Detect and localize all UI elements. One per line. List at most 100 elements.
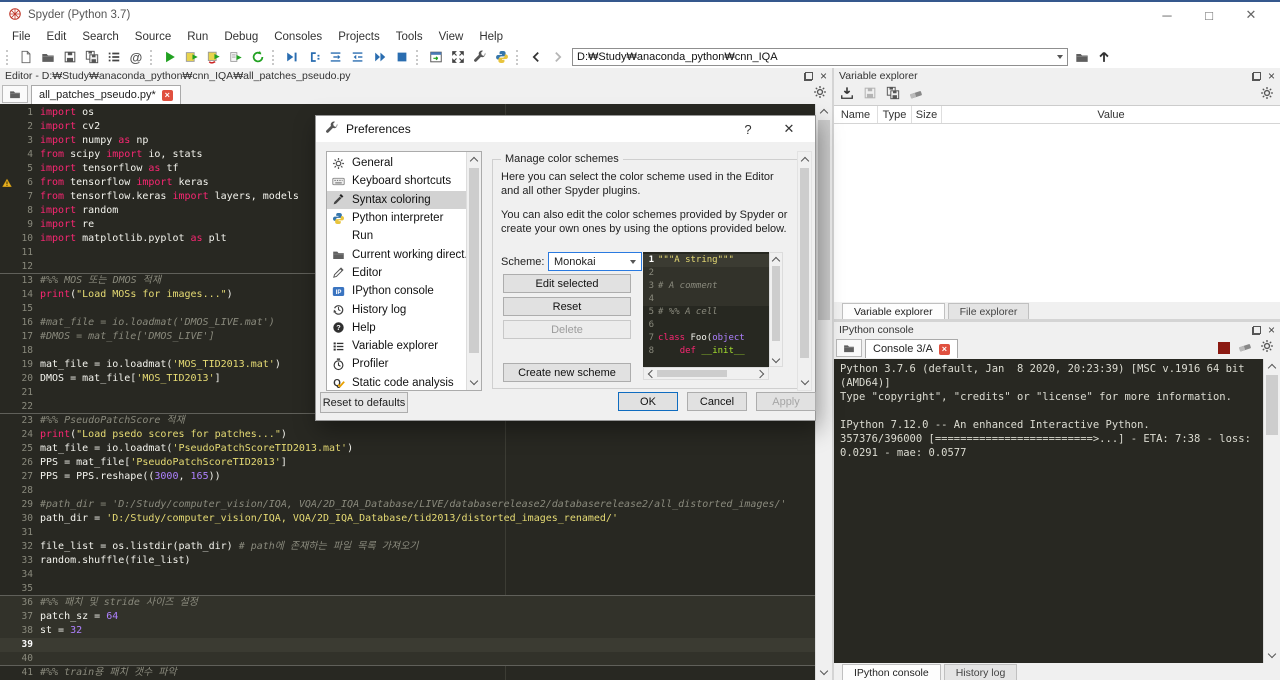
- tab-file-explorer[interactable]: File explorer: [947, 303, 1030, 319]
- scroll-up-icon[interactable]: [1264, 359, 1280, 374]
- column-header-name[interactable]: Name: [834, 106, 878, 123]
- import-data-button[interactable]: [840, 86, 854, 103]
- category-variable-explorer[interactable]: Variable explorer: [327, 337, 466, 355]
- debug-step-return-button[interactable]: [347, 47, 369, 67]
- category-ipython-console[interactable]: IP IPython console: [327, 282, 466, 300]
- apply-button[interactable]: Apply: [756, 392, 816, 411]
- parent-directory-button[interactable]: [1093, 47, 1115, 67]
- forward-button[interactable]: [547, 47, 569, 67]
- code-line-40[interactable]: 40: [0, 652, 815, 666]
- save-data-button[interactable]: [863, 86, 877, 103]
- undock-icon[interactable]: [803, 71, 813, 81]
- column-header-value[interactable]: Value: [942, 106, 1280, 123]
- editor-options-button[interactable]: [813, 85, 827, 102]
- code-line-2[interactable]: 2: [643, 267, 769, 280]
- menu-edit[interactable]: Edit: [39, 31, 75, 43]
- menu-view[interactable]: View: [431, 31, 472, 43]
- maximize-pane-button[interactable]: [425, 47, 447, 67]
- debug-file-button[interactable]: [281, 47, 303, 67]
- category-keyboard-shortcuts[interactable]: Keyboard shortcuts: [327, 172, 466, 190]
- undock-icon[interactable]: [1251, 71, 1261, 81]
- code-line-3[interactable]: 3 # A comment: [643, 280, 769, 293]
- back-button[interactable]: [525, 47, 547, 67]
- delete-button[interactable]: Delete: [503, 320, 631, 339]
- menu-tools[interactable]: Tools: [388, 31, 431, 43]
- column-header-type[interactable]: Type: [878, 106, 912, 123]
- code-line-29[interactable]: 29 #path_dir = 'D:/Study/computer_vision/…: [0, 498, 815, 512]
- category-editor[interactable]: Editor: [327, 264, 466, 282]
- console-output[interactable]: Python 3.7.6 (default, Jan 8 2020, 20:23…: [834, 359, 1263, 663]
- code-line-8[interactable]: 8 def __init__: [643, 345, 769, 358]
- remove-all-variables-button[interactable]: [909, 86, 923, 103]
- close-button[interactable]: ✕: [1230, 3, 1272, 27]
- open-file-button[interactable]: [37, 47, 59, 67]
- column-header-size[interactable]: Size: [912, 106, 942, 123]
- preview-vertical-scrollbar[interactable]: [769, 252, 783, 367]
- scroll-thumb[interactable]: [800, 168, 809, 358]
- dialog-help-button[interactable]: ?: [731, 122, 765, 137]
- close-pane-icon[interactable]: ×: [1268, 70, 1275, 82]
- tab-history-log[interactable]: History log: [943, 664, 1018, 680]
- list-scrollbar[interactable]: [466, 152, 481, 390]
- variable-explorer-options-button[interactable]: [1260, 86, 1274, 103]
- menu-source[interactable]: Source: [127, 31, 179, 43]
- category-help[interactable]: ? Help: [327, 319, 466, 337]
- scroll-down-icon[interactable]: [770, 354, 782, 366]
- edit-selected-button[interactable]: Edit selected: [503, 274, 631, 293]
- preview-horizontal-scrollbar[interactable]: [643, 367, 769, 380]
- file-switcher-button[interactable]: [103, 47, 125, 67]
- clear-console-button[interactable]: [1238, 339, 1252, 356]
- code-line-6[interactable]: 6: [643, 319, 769, 332]
- code-line-28[interactable]: 28: [0, 484, 815, 498]
- code-line-41[interactable]: 41 #%% train용 패치 갯수 파악: [0, 666, 815, 680]
- menu-run[interactable]: Run: [179, 31, 216, 43]
- category-run[interactable]: Run: [327, 227, 466, 245]
- scroll-thumb[interactable]: [469, 168, 479, 353]
- scroll-down-icon[interactable]: [467, 375, 481, 390]
- save-button[interactable]: [59, 47, 81, 67]
- code-line-39[interactable]: 39: [0, 638, 815, 652]
- minimize-button[interactable]: ─: [1146, 3, 1188, 27]
- preferences-button[interactable]: [469, 47, 491, 67]
- code-line-37[interactable]: 37 patch_sz = 64: [0, 610, 815, 624]
- menu-help[interactable]: Help: [471, 31, 511, 43]
- menu-projects[interactable]: Projects: [330, 31, 388, 43]
- category-static-code-analysis[interactable]: Q Static code analysis: [327, 374, 466, 390]
- code-line-32[interactable]: 32 file_list = os.listdir(path_dir) # pat…: [0, 540, 815, 554]
- save-data-as-button[interactable]: [886, 86, 900, 103]
- menu-search[interactable]: Search: [74, 31, 126, 43]
- code-line-25[interactable]: 25 mat_file = io.loadmat('PseudoPatchScor…: [0, 442, 815, 456]
- editor-tab[interactable]: all_patches_pseudo.py* ×: [31, 85, 181, 104]
- code-line-27[interactable]: 27 PPS = PPS.reshape((3000, 165)): [0, 470, 815, 484]
- code-line-33[interactable]: 33 random.shuffle(file_list): [0, 554, 815, 568]
- run-cell-advance-button[interactable]: [203, 47, 225, 67]
- code-line-35[interactable]: 35: [0, 582, 815, 596]
- console-options-button[interactable]: [1260, 339, 1274, 356]
- code-line-7[interactable]: 7 class Foo(object: [643, 332, 769, 345]
- cancel-button[interactable]: Cancel: [687, 392, 747, 411]
- category-current-working-direct[interactable]: Current working direct...: [327, 245, 466, 263]
- debug-continue-button[interactable]: [369, 47, 391, 67]
- category-profiler[interactable]: Profiler: [327, 355, 466, 373]
- code-line-36[interactable]: 36 #%% 패치 및 stride 사이즈 설정: [0, 596, 815, 610]
- scroll-up-icon[interactable]: [770, 253, 782, 265]
- find-symbols-button[interactable]: @: [125, 47, 147, 67]
- scroll-down-icon[interactable]: [1264, 648, 1280, 663]
- scroll-left-icon[interactable]: [644, 368, 657, 379]
- code-line-26[interactable]: 26 PPS = mat_file['PseudoPatchScoreTID201…: [0, 456, 815, 470]
- save-all-button[interactable]: [81, 47, 103, 67]
- scroll-thumb[interactable]: [818, 120, 830, 320]
- browse-tabs-button[interactable]: [2, 85, 28, 103]
- run-cell-button[interactable]: [181, 47, 203, 67]
- reset-to-defaults-button[interactable]: Reset to defaults: [320, 392, 408, 413]
- code-line-4[interactable]: 4: [643, 293, 769, 306]
- variables-table[interactable]: Name Type Size Value: [834, 105, 1280, 302]
- editor-scrollbar[interactable]: [815, 104, 832, 680]
- category-general[interactable]: General: [327, 154, 466, 172]
- code-line-34[interactable]: 34: [0, 568, 815, 582]
- run-selection-button[interactable]: [225, 47, 247, 67]
- code-line-30[interactable]: 30 path_dir = 'D:/Study/computer_vision/I…: [0, 512, 815, 526]
- scroll-thumb[interactable]: [657, 370, 727, 377]
- scroll-thumb[interactable]: [1266, 375, 1278, 435]
- scroll-down-icon[interactable]: [816, 665, 832, 680]
